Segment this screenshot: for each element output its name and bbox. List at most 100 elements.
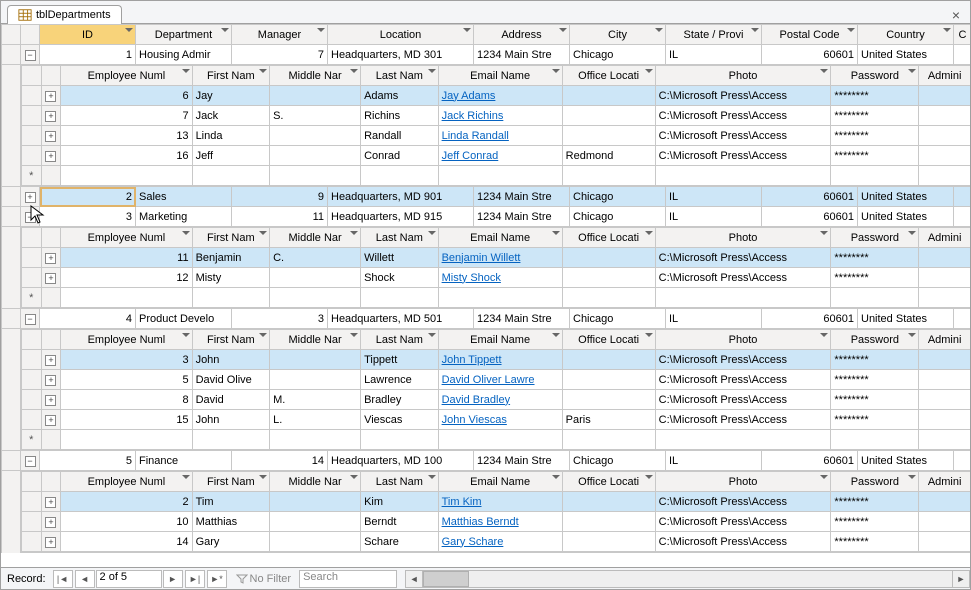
nav-prev-button[interactable]: ◄ xyxy=(75,570,95,588)
expand-icon[interactable]: + xyxy=(45,517,56,528)
emp-new-row[interactable]: * xyxy=(22,430,971,450)
chevron-down-icon[interactable] xyxy=(655,28,663,32)
chevron-down-icon[interactable] xyxy=(182,69,190,73)
chevron-down-icon[interactable] xyxy=(943,28,951,32)
emp-row[interactable]: +3JohnTippettJohn TippettC:\Microsoft Pr… xyxy=(22,350,971,370)
scroll-track[interactable] xyxy=(423,570,952,588)
expand-icon[interactable]: + xyxy=(45,131,56,142)
chevron-down-icon[interactable] xyxy=(317,28,325,32)
chevron-down-icon[interactable] xyxy=(908,69,916,73)
col-postal[interactable]: Postal Code xyxy=(762,25,858,45)
tab-tbldepartments[interactable]: tblDepartments xyxy=(7,5,122,24)
email-link[interactable]: John Tippett xyxy=(442,354,502,366)
email-link[interactable]: Jeff Conrad xyxy=(442,150,499,162)
col-state[interactable]: State / Provi xyxy=(666,25,762,45)
emp-new-row[interactable]: * xyxy=(22,166,971,186)
emp-new-row[interactable]: * xyxy=(22,288,971,308)
scroll-right-icon[interactable]: ► xyxy=(952,570,970,588)
col-empnum[interactable]: Employee Numl xyxy=(61,66,192,86)
collapse-icon[interactable]: − xyxy=(25,456,36,467)
col-department[interactable]: Department xyxy=(136,25,232,45)
emp-row[interactable]: +16JeffConradJeff ConradRedmondC:\Micros… xyxy=(22,146,971,166)
emp-row[interactable]: +2TimKimTim KimC:\Microsoft Press\Access… xyxy=(22,492,971,512)
chevron-down-icon[interactable] xyxy=(820,69,828,73)
dept-row[interactable]: − 4Product Develo3Headquarters, MD 50112… xyxy=(2,309,971,329)
email-link[interactable]: Jack Richins xyxy=(442,110,504,122)
expand-icon[interactable]: + xyxy=(45,355,56,366)
expand-icon[interactable]: + xyxy=(45,273,56,284)
scroll-left-icon[interactable]: ◄ xyxy=(405,570,423,588)
email-link[interactable]: Gary Schare xyxy=(442,536,504,548)
emp-row[interactable]: +15JohnL.ViescasJohn ViescasParisC:\Micr… xyxy=(22,410,971,430)
dept-row[interactable]: − 1Housing Admir7Headquarters, MD 301123… xyxy=(2,45,971,65)
filter-indicator[interactable]: No Filter xyxy=(236,573,292,585)
expand-icon[interactable]: + xyxy=(45,253,56,264)
expand-icon[interactable]: + xyxy=(45,497,56,508)
col-address[interactable]: Address xyxy=(474,25,570,45)
chevron-down-icon[interactable] xyxy=(559,28,567,32)
expand-icon[interactable]: + xyxy=(45,111,56,122)
emp-row[interactable]: +5David OliveLawrenceDavid Oliver LawreC… xyxy=(22,370,971,390)
emp-row[interactable]: +8DavidM.BradleyDavid BradleyC:\Microsof… xyxy=(22,390,971,410)
id-cell-editing[interactable]: 2 xyxy=(40,187,136,207)
chevron-down-icon[interactable] xyxy=(552,69,560,73)
chevron-down-icon[interactable] xyxy=(751,28,759,32)
email-link[interactable]: Linda Randall xyxy=(442,130,509,142)
col-city[interactable]: City xyxy=(570,25,666,45)
col-lastname[interactable]: Last Nam xyxy=(361,66,439,86)
col-manager[interactable]: Manager xyxy=(232,25,328,45)
expand-icon[interactable]: + xyxy=(25,192,36,203)
dept-row[interactable]: − 5Finance14Headquarters, MD 1001234 Mai… xyxy=(2,451,971,471)
collapse-icon[interactable]: − xyxy=(25,314,36,325)
nav-last-button[interactable]: ►| xyxy=(185,570,205,588)
col-password[interactable]: Password xyxy=(831,66,919,86)
email-link[interactable]: Benjamin Willett xyxy=(442,252,521,264)
chevron-down-icon[interactable] xyxy=(428,69,436,73)
col-c[interactable]: C xyxy=(954,25,971,45)
expand-icon[interactable]: + xyxy=(45,415,56,426)
email-link[interactable]: David Oliver Lawre xyxy=(442,374,535,386)
col-emailname[interactable]: Email Name xyxy=(438,66,562,86)
email-link[interactable]: David Bradley xyxy=(442,394,510,406)
chevron-down-icon[interactable] xyxy=(350,69,358,73)
email-link[interactable]: Misty Shock xyxy=(442,272,501,284)
chevron-down-icon[interactable] xyxy=(463,28,471,32)
col-location[interactable]: Location xyxy=(328,25,474,45)
chevron-down-icon[interactable] xyxy=(125,28,133,32)
expand-icon[interactable]: + xyxy=(45,537,56,548)
col-photo[interactable]: Photo xyxy=(655,66,831,86)
search-input[interactable]: Search xyxy=(299,570,397,588)
close-icon[interactable]: × xyxy=(948,7,964,23)
col-middlename[interactable]: Middle Nar xyxy=(270,66,361,86)
horizontal-scrollbar[interactable]: ◄ ► xyxy=(405,570,970,588)
emp-row[interactable]: +11BenjaminC.WillettBenjamin WillettC:\M… xyxy=(22,248,971,268)
emp-row[interactable]: +13LindaRandallLinda RandallC:\Microsoft… xyxy=(22,126,971,146)
col-officeloc[interactable]: Office Locati xyxy=(562,66,655,86)
expand-icon[interactable]: + xyxy=(45,91,56,102)
collapse-icon[interactable]: − xyxy=(25,50,36,61)
chevron-down-icon[interactable] xyxy=(259,69,267,73)
expand-icon[interactable]: + xyxy=(45,375,56,386)
chevron-down-icon[interactable] xyxy=(847,28,855,32)
emp-row[interactable]: +12MistyShockMisty ShockC:\Microsoft Pre… xyxy=(22,268,971,288)
collapse-icon[interactable]: − xyxy=(25,212,36,223)
dept-row[interactable]: − 3Marketing11Headquarters, MD 9151234 M… xyxy=(2,207,971,227)
col-admin[interactable]: Admini xyxy=(919,66,970,86)
email-link[interactable]: Tim Kim xyxy=(442,496,482,508)
scroll-thumb[interactable] xyxy=(423,571,469,587)
emp-row[interactable]: +6JayAdamsJay AdamsC:\Microsoft Press\Ac… xyxy=(22,86,971,106)
row-selector-header[interactable] xyxy=(2,25,21,45)
chevron-down-icon[interactable] xyxy=(645,69,653,73)
email-link[interactable]: Jay Adams xyxy=(442,90,496,102)
nav-first-button[interactable]: |◄ xyxy=(53,570,73,588)
record-position-input[interactable]: 2 of 5 xyxy=(96,570,162,588)
emp-row[interactable]: +14GarySchareGary SchareC:\Microsoft Pre… xyxy=(22,532,971,552)
col-country[interactable]: Country xyxy=(858,25,954,45)
dept-row[interactable]: + 2Sales9Headquarters, MD 9011234 Main S… xyxy=(2,187,971,207)
emp-row[interactable]: +10MatthiasBerndtMatthias BerndtC:\Micro… xyxy=(22,512,971,532)
emp-row[interactable]: +7JackS.RichinsJack RichinsC:\Microsoft … xyxy=(22,106,971,126)
email-link[interactable]: Matthias Berndt xyxy=(442,516,519,528)
chevron-down-icon[interactable] xyxy=(221,28,229,32)
nav-next-button[interactable]: ► xyxy=(163,570,183,588)
col-firstname[interactable]: First Nam xyxy=(192,66,270,86)
